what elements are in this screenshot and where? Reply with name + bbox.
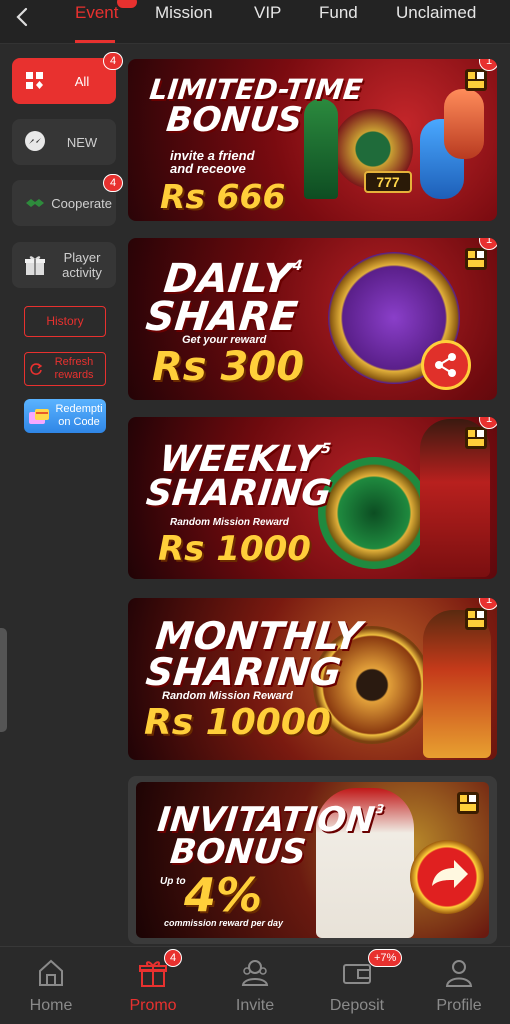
brand-logo-icon xyxy=(465,608,487,630)
tab-event-badge xyxy=(117,0,137,8)
banner-title-line: SHARE xyxy=(143,294,300,340)
banner-subtitle-line: and receove xyxy=(170,161,246,176)
arrow-button-art xyxy=(410,840,484,914)
banner-monthly-sharing[interactable]: MONTHLY SHARING Random Mission Reward Rs… xyxy=(128,598,497,760)
banner-title: WEEKLY5 SHARING xyxy=(144,439,336,515)
brand-logo-icon xyxy=(465,427,487,449)
back-arrow-icon[interactable] xyxy=(10,4,36,30)
banner-title-line: DAILY4 xyxy=(148,256,304,302)
nav-promo[interactable]: Promo 4 xyxy=(102,947,204,1024)
profile-icon xyxy=(445,960,473,987)
woman-in-gold-art xyxy=(423,610,491,758)
banner-amount: 4% xyxy=(184,868,263,922)
sidebar-item-label: NEW xyxy=(66,134,98,150)
banner-title: INVITATION3 BONUS xyxy=(153,800,385,873)
nav-invite[interactable]: Invite xyxy=(204,947,306,1024)
step-number: 3 xyxy=(375,802,385,816)
banner-inner: INVITATION3 BONUS Up to 4% commission re… xyxy=(136,782,489,938)
slot-777-art: 777 xyxy=(364,171,412,193)
banner-title-line: BONUS xyxy=(164,99,305,140)
nav-promo-badge: 4 xyxy=(164,949,183,967)
handshake-icon xyxy=(18,196,51,210)
banner-weekly-sharing[interactable]: WEEKLY5 SHARING Random Mission Reward Rs… xyxy=(128,417,497,579)
nav-label: Home xyxy=(29,997,73,1014)
tab-vip[interactable]: VIP xyxy=(254,3,281,23)
home-icon xyxy=(39,959,63,986)
grid-icon xyxy=(18,71,52,91)
refresh-rewards-button[interactable]: Refresh rewards xyxy=(24,352,106,386)
sidebar-item-all[interactable]: All xyxy=(12,58,116,104)
banner-limited-time-bonus[interactable]: 777 LIMITED-TIME BONUS invite a friend a… xyxy=(128,59,497,221)
banner-daily-share[interactable]: DAILY4 SHARE Get your reward Rs 300 1 xyxy=(128,238,497,400)
sidebar-cooperate-badge: 4 xyxy=(103,174,123,192)
banner-subtitle: Random Mission Reward xyxy=(170,517,289,528)
nav-label: Invite xyxy=(235,997,275,1014)
tab-fund[interactable]: Fund xyxy=(319,3,358,23)
nav-deposit-badge: +7% xyxy=(368,949,403,967)
banner-invitation-bonus[interactable]: INVITATION3 BONUS Up to 4% commission re… xyxy=(128,776,497,944)
green-wheel-art xyxy=(318,457,430,569)
refresh-rewards-label: Refresh rewards xyxy=(54,356,94,381)
share-button-art xyxy=(421,340,471,390)
banner-subtitle: Up to xyxy=(160,876,186,887)
banner-title: DAILY4 SHARE xyxy=(143,256,304,340)
nav-label: Deposit xyxy=(329,997,385,1014)
refresh-icon xyxy=(30,363,43,375)
banner-title-line: BONUS xyxy=(168,832,308,873)
sidebar-item-new[interactable]: NEW xyxy=(12,119,116,165)
tab-event[interactable]: Event xyxy=(75,3,118,23)
bottom-nav: Home Promo 4 Invite Deposit +7% Profile xyxy=(0,946,510,1024)
banner-subtitle: Random Mission Reward xyxy=(162,690,293,702)
banner-amount: Rs 10000 xyxy=(144,702,331,743)
redemption-code-label: Redempti on Code xyxy=(55,403,103,428)
share-icon xyxy=(435,353,456,377)
sidebar-item-player-activity[interactable]: Player activity xyxy=(12,242,116,288)
tab-event-label: Event xyxy=(75,3,119,22)
banner-subtitle-line: commission reward per day xyxy=(164,918,284,928)
banner-subtitle: invite a friend and receove xyxy=(170,149,255,175)
tab-mission[interactable]: Mission xyxy=(155,3,213,23)
cartoon-character-art xyxy=(444,89,484,159)
nav-profile[interactable]: Profile xyxy=(408,947,510,1024)
sidebar-item-label: Player activity xyxy=(62,250,102,280)
forward-arrow-icon xyxy=(432,860,468,888)
brand-logo-icon xyxy=(457,792,479,814)
banner-amount: Rs 1000 xyxy=(158,529,311,569)
step-number: 4 xyxy=(291,258,304,274)
nav-home[interactable]: Home xyxy=(0,947,102,1024)
nav-label: Profile xyxy=(436,997,482,1014)
banner-amount: Rs 300 xyxy=(152,344,305,390)
banner-title-line: MONTHLY xyxy=(153,614,364,658)
banner-title-line: SHARING xyxy=(143,650,344,695)
top-tab-bar: Event Mission VIP Fund Unclaimed xyxy=(0,0,510,44)
step-number: 5 xyxy=(320,441,332,457)
redemption-code-button[interactable]: Redempti on Code xyxy=(24,399,106,433)
wallet-icon xyxy=(343,964,371,984)
banner-title-line: WEEKLY5 xyxy=(148,439,336,480)
messenger-icon xyxy=(18,130,52,154)
sidebar-item-label: All xyxy=(74,73,90,89)
history-button[interactable]: History xyxy=(24,306,106,337)
gift-code-icon xyxy=(29,409,49,424)
banner-title: MONTHLY SHARING xyxy=(143,614,364,695)
sidebar-all-badge: 4 xyxy=(103,52,123,70)
nav-label: Promo xyxy=(129,997,177,1014)
banner-amount: Rs 666 xyxy=(160,177,286,216)
gift-icon xyxy=(18,253,52,277)
tab-unclaimed[interactable]: Unclaimed xyxy=(396,3,476,23)
brand-logo-icon xyxy=(465,69,487,91)
banner-title-line: SHARING xyxy=(144,473,334,515)
sidebar-item-label: Cooperate xyxy=(51,195,112,211)
gift-icon xyxy=(139,961,167,987)
invite-icon xyxy=(241,960,269,986)
side-scroll-handle[interactable] xyxy=(0,628,7,732)
brand-logo-icon xyxy=(465,248,487,270)
sidebar-item-cooperate[interactable]: Cooperate xyxy=(12,180,116,226)
tab-active-indicator xyxy=(75,40,115,43)
banner-title: LIMITED-TIME BONUS xyxy=(145,73,364,140)
nav-deposit[interactable]: Deposit +7% xyxy=(306,947,408,1024)
